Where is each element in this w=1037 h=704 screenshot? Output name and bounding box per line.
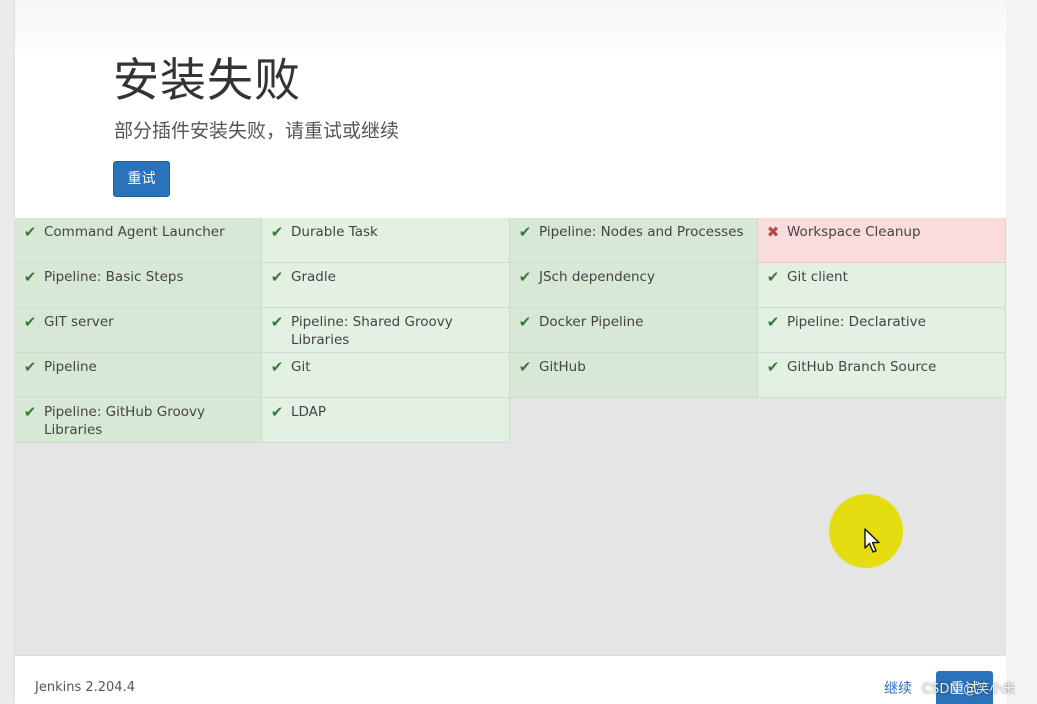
plugin-item: ✔ Git client xyxy=(758,263,1006,308)
plugin-status-grid: ✔ Command Agent Launcher ✔ Durable Task ✔ Pip… xyxy=(15,218,1006,443)
right-edge-panel xyxy=(1006,0,1037,704)
plugin-name: Pipeline: Shared Groovy Libraries xyxy=(291,314,453,348)
check-icon: ✔ xyxy=(23,358,37,376)
check-icon: ✔ xyxy=(766,313,780,331)
plugin-name: Pipeline: GitHub Groovy Libraries xyxy=(44,404,205,438)
check-icon: ✔ xyxy=(23,268,37,286)
plugin-name: Gradle xyxy=(291,269,336,285)
check-icon: ✔ xyxy=(270,268,284,286)
plugin-item: ✔ Docker Pipeline xyxy=(510,308,758,353)
plugin-name: Pipeline: Basic Steps xyxy=(44,269,184,285)
plugin-item: ✔ Command Agent Launcher xyxy=(15,218,262,263)
plugin-name: Pipeline: Declarative xyxy=(787,314,926,330)
plugin-item: ✔ GIT server xyxy=(15,308,262,353)
plugin-name: GIT server xyxy=(44,314,114,330)
check-icon: ✔ xyxy=(270,223,284,241)
dialog-footer: Jenkins 2.204.4 继续 重试 xyxy=(15,655,1006,704)
watermark-text: CSDN @笑小米 xyxy=(922,682,1016,697)
plugin-item: ✔ GitHub Branch Source xyxy=(758,353,1006,398)
plugin-name: Git client xyxy=(787,269,848,285)
plugin-install-status-area: ✔ Command Agent Launcher ✔ Durable Task ✔ Pip… xyxy=(15,218,1006,655)
check-icon: ✔ xyxy=(23,403,37,421)
plugin-item: ✔ Durable Task xyxy=(262,218,510,263)
check-icon: ✔ xyxy=(518,358,532,376)
check-icon: ✔ xyxy=(518,268,532,286)
check-icon: ✔ xyxy=(766,268,780,286)
retry-button[interactable]: 重试 xyxy=(113,161,170,197)
plugin-name: GitHub xyxy=(539,359,586,375)
dialog-header: 安装失败 部分插件安装失败，请重试或继续 重试 xyxy=(15,0,1006,218)
plugin-item: ✔ Pipeline: Declarative xyxy=(758,308,1006,353)
plugin-item: ✔ Pipeline: GitHub Groovy Libraries xyxy=(15,398,262,443)
cross-icon: ✖ xyxy=(766,223,780,241)
plugin-name: LDAP xyxy=(291,404,327,420)
setup-wizard-dialog: 安装失败 部分插件安装失败，请重试或继续 重试 ✔ Command Agent L… xyxy=(15,0,1006,704)
plugin-name: JSch dependency xyxy=(539,269,655,285)
check-icon: ✔ xyxy=(270,313,284,331)
plugin-name: Workspace Cleanup xyxy=(787,224,921,240)
plugin-item: ✔ LDAP xyxy=(262,398,510,443)
check-icon: ✔ xyxy=(518,313,532,331)
check-icon: ✔ xyxy=(766,358,780,376)
plugin-item: ✖ Workspace Cleanup xyxy=(758,218,1006,263)
plugin-item: ✔ Pipeline: Nodes and Processes xyxy=(510,218,758,263)
plugin-item: ✔ Pipeline: Shared Groovy Libraries xyxy=(262,308,510,353)
plugin-name: Command Agent Launcher xyxy=(44,224,225,240)
plugin-item: ✔ GitHub xyxy=(510,353,758,398)
plugin-name: GitHub Branch Source xyxy=(787,359,937,375)
plugin-name: Git xyxy=(291,359,311,375)
page-subtitle: 部分插件安装失败，请重试或继续 xyxy=(114,120,400,142)
plugin-item: ✔ Pipeline: Basic Steps xyxy=(15,263,262,308)
check-icon: ✔ xyxy=(23,223,37,241)
plugin-item: ✔ Pipeline xyxy=(15,353,262,398)
plugin-name: Docker Pipeline xyxy=(539,314,644,330)
plugin-item: ✔ JSch dependency xyxy=(510,263,758,308)
plugin-name: Pipeline: Nodes and Processes xyxy=(539,224,744,240)
mouse-pointer-icon xyxy=(864,528,880,553)
check-icon: ✔ xyxy=(270,358,284,376)
page-title: 安装失败 xyxy=(113,53,301,107)
check-icon: ✔ xyxy=(518,223,532,241)
plugin-name: Durable Task xyxy=(291,224,378,240)
continue-link[interactable]: 继续 xyxy=(884,678,912,698)
check-icon: ✔ xyxy=(23,313,37,331)
jenkins-version: Jenkins 2.204.4 xyxy=(35,680,135,695)
plugin-item: ✔ Git xyxy=(262,353,510,398)
check-icon: ✔ xyxy=(270,403,284,421)
plugin-item: ✔ Gradle xyxy=(262,263,510,308)
plugin-name: Pipeline xyxy=(44,359,97,375)
